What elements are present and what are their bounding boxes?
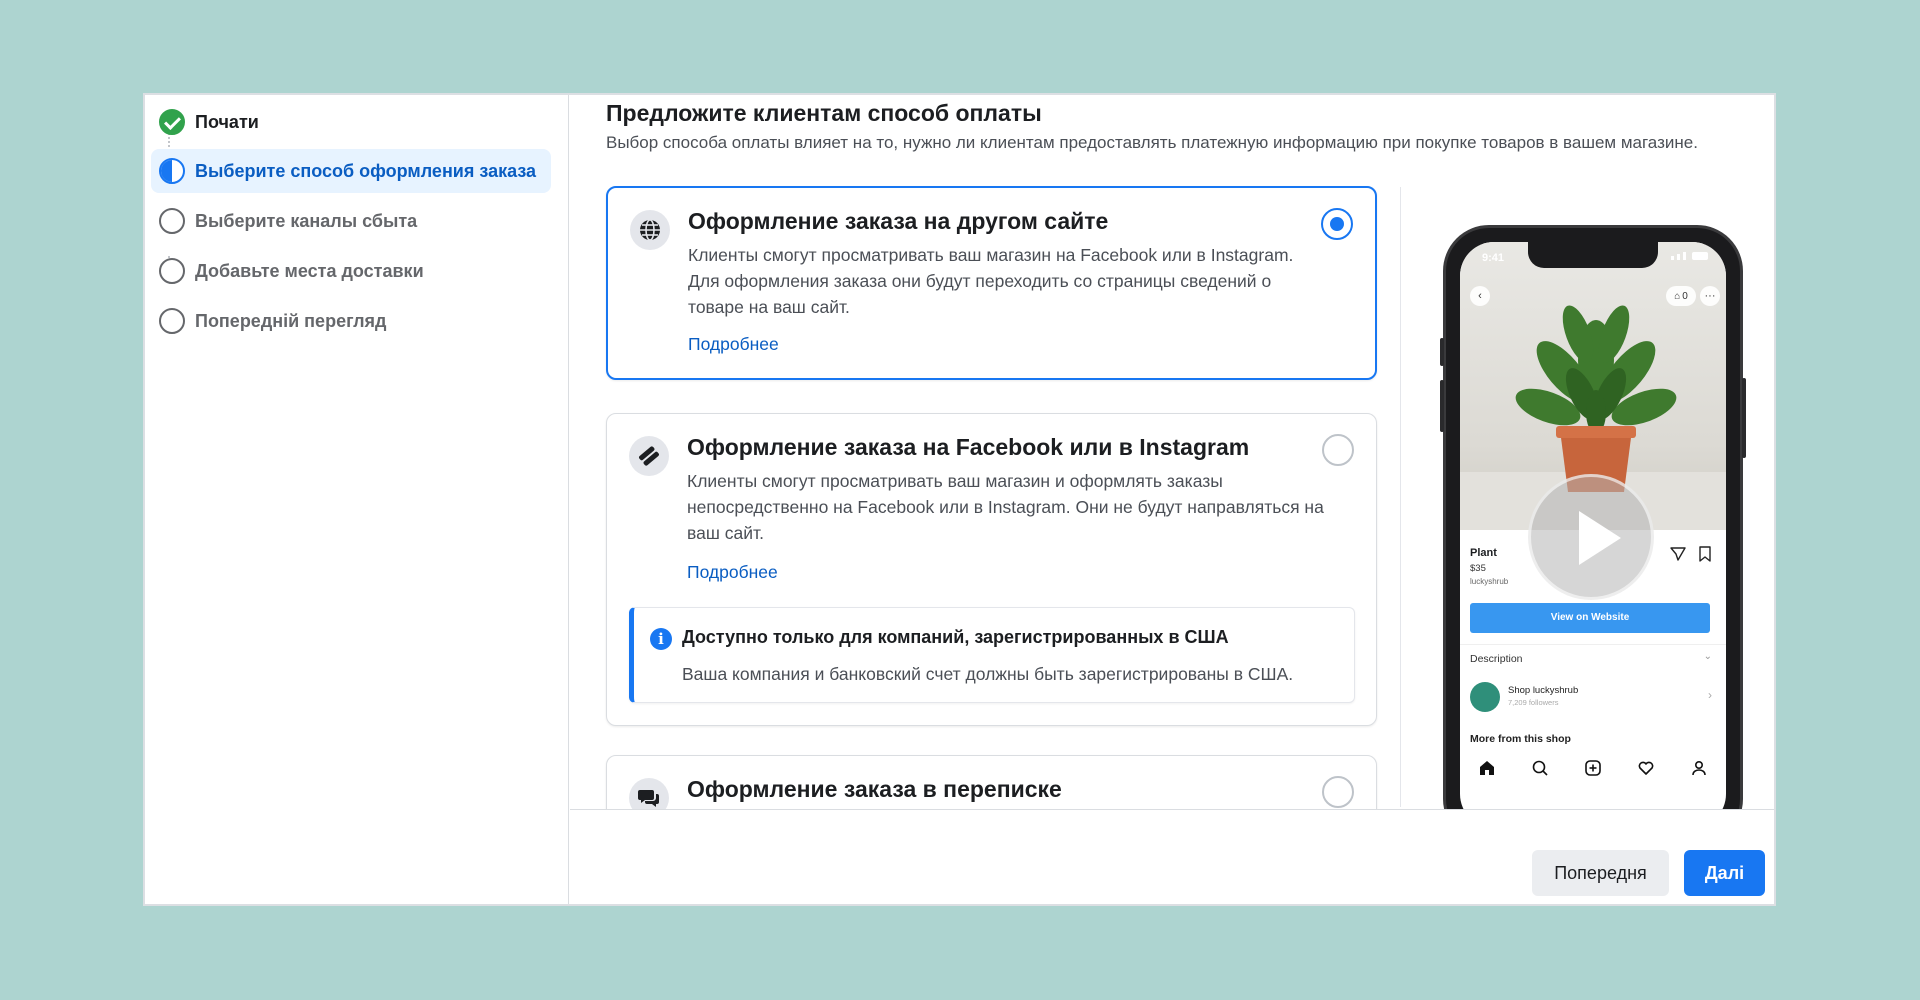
step-preview[interactable]: Попередній перегляд: [151, 299, 551, 343]
us-only-notice: i Доступно только для компаний, зарегист…: [629, 607, 1355, 703]
product-price: $35: [1470, 563, 1486, 574]
bag-count: 0: [1682, 290, 1688, 302]
chevron-down-icon[interactable]: ⌄: [1704, 651, 1712, 662]
phone-side-button: [1440, 380, 1444, 432]
search-icon[interactable]: [1531, 759, 1549, 777]
check-circle-icon: [159, 109, 185, 135]
step-label: Выберите каналы сбыта: [195, 210, 418, 231]
status-icons: [1671, 252, 1708, 260]
heart-icon[interactable]: [1637, 759, 1655, 777]
bag-icon[interactable]: ⌂ 0: [1666, 286, 1696, 306]
shop-followers: 7,209 followers: [1508, 698, 1559, 707]
phone-side-button: [1742, 378, 1746, 458]
tag-icon: [629, 436, 669, 476]
phone-notch: [1528, 242, 1658, 268]
product-actions: [1670, 546, 1712, 562]
option-title: Оформление заказа в переписке: [687, 776, 1062, 802]
step-shipping[interactable]: Добавьте места доставки: [151, 249, 551, 293]
option-description: Клиенты смогут просматривать ваш магазин…: [688, 245, 1294, 317]
step-label: Добавьте места доставки: [195, 260, 424, 281]
learn-more-link[interactable]: Подробнее: [688, 334, 779, 355]
empty-circle-icon: [159, 308, 185, 334]
learn-more-link[interactable]: Подробнее: [687, 562, 778, 583]
page-title: Предложите клиентам способ оплаты: [606, 100, 1042, 126]
globe-icon: [630, 210, 670, 250]
bookmark-icon[interactable]: [1698, 546, 1712, 562]
step-label: Выберите способ оформления заказа: [195, 160, 537, 181]
chat-bubbles-icon: [629, 778, 669, 809]
step-choose-checkout[interactable]: Выберите способ оформления заказа: [151, 149, 551, 193]
steps-sidebar: Почати Выберите способ оформления заказа…: [145, 95, 569, 904]
main-content: Предложите клиентам способ оплаты Выбор …: [570, 95, 1774, 810]
status-time: 9:41: [1482, 252, 1505, 264]
previous-button[interactable]: Попередня: [1532, 850, 1669, 896]
empty-circle-icon: [159, 208, 185, 234]
back-icon[interactable]: ‹: [1470, 286, 1490, 306]
add-icon[interactable]: [1584, 759, 1602, 777]
option-messaging[interactable]: Оформление заказа в переписке: [606, 755, 1377, 809]
play-icon[interactable]: [1528, 474, 1654, 600]
option-other-website[interactable]: Оформление заказа на другом сайте Клиент…: [606, 186, 1377, 380]
option-title: Оформление заказа на Facebook или в Inst…: [687, 434, 1250, 460]
info-icon: i: [650, 628, 672, 650]
option-description: Клиенты смогут просматривать ваш магазин…: [687, 471, 1324, 543]
step-label: Попередній перегляд: [195, 310, 387, 331]
half-circle-icon: [159, 158, 185, 184]
next-button[interactable]: Далі: [1684, 850, 1765, 896]
product-name: Plant: [1470, 547, 1497, 559]
more-icon[interactable]: ···: [1700, 286, 1720, 306]
tab-bar: [1460, 752, 1726, 784]
shop-avatar: [1470, 682, 1500, 712]
page-subtitle: Выбор способа оплаты влияет на то, нужно…: [606, 133, 1698, 152]
option-radio[interactable]: [1321, 208, 1353, 240]
preview-divider: [1400, 187, 1401, 807]
more-from-shop-label: More from this shop: [1470, 733, 1571, 745]
step-start[interactable]: Почати: [151, 100, 551, 144]
profile-icon[interactable]: [1690, 759, 1708, 777]
option-facebook-instagram[interactable]: Оформление заказа на Facebook или в Inst…: [606, 413, 1377, 726]
option-radio[interactable]: [1322, 776, 1354, 808]
home-icon[interactable]: [1478, 759, 1496, 777]
notice-title: Доступно только для компаний, зарегистри…: [682, 627, 1229, 647]
view-on-website-button[interactable]: View on Website: [1470, 603, 1710, 633]
divider: [1460, 644, 1726, 645]
empty-circle-icon: [159, 258, 185, 284]
option-radio[interactable]: [1322, 434, 1354, 466]
phone-preview: 9:41 ‹ ⌂ 0 ··· Plant $35 luckyshrub View…: [1440, 225, 1746, 809]
option-title: Оформление заказа на другом сайте: [688, 208, 1109, 234]
step-label: Почати: [195, 111, 259, 132]
shop-name: Shop luckyshrub: [1508, 685, 1579, 696]
product-seller: luckyshrub: [1470, 577, 1509, 586]
step-sales-channels[interactable]: Выберите каналы сбыта: [151, 199, 551, 243]
chevron-right-icon[interactable]: ›: [1708, 688, 1712, 702]
notice-text: Ваша компания и банковский счет должны б…: [682, 664, 1294, 684]
checkout-setup-window: Почати Выберите способ оформления заказа…: [143, 93, 1776, 906]
description-label: Description: [1470, 653, 1523, 665]
phone-screen: 9:41 ‹ ⌂ 0 ··· Plant $35 luckyshrub View…: [1460, 242, 1726, 809]
phone-side-button: [1440, 338, 1444, 366]
send-icon[interactable]: [1670, 546, 1686, 562]
